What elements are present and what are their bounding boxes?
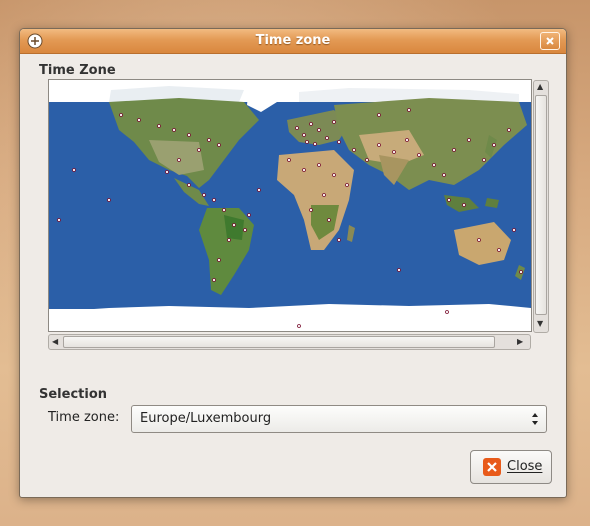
close-button[interactable]: Close [470, 450, 552, 484]
selection-heading: Selection [39, 387, 108, 402]
map-section-heading: Time Zone [39, 63, 116, 78]
scroll-right-icon[interactable]: ▶ [517, 336, 523, 348]
close-button-label: Close [507, 459, 543, 474]
titlebar[interactable]: Time zone [20, 29, 566, 54]
map-vertical-scroll-thumb[interactable] [535, 95, 547, 315]
scroll-down-icon[interactable]: ▼ [537, 318, 543, 330]
scroll-left-icon[interactable]: ◀ [52, 336, 58, 348]
window-close-button[interactable] [540, 32, 560, 50]
map-horizontal-scroll-thumb[interactable] [63, 336, 495, 348]
window-close-icon [546, 37, 554, 45]
world-map[interactable] [48, 79, 532, 332]
close-x-icon [483, 458, 501, 476]
map-horizontal-scrollbar[interactable]: ◀ ▶ [48, 334, 531, 350]
map-vertical-scrollbar[interactable]: ▲ ▼ [533, 80, 549, 333]
combo-arrows-icon [532, 413, 538, 425]
timezone-label: Time zone: [48, 410, 120, 425]
timezone-combo-value: Europe/Luxembourg [140, 411, 272, 426]
world-map-image [49, 80, 531, 331]
scroll-up-icon[interactable]: ▲ [537, 81, 543, 93]
window-title: Time zone [255, 33, 331, 48]
timezone-combo[interactable]: Europe/Luxembourg [131, 405, 547, 433]
timezone-dialog: Time zone Time Zone ▲ ▼ ◀ ▶ Selection Ti… [19, 28, 567, 498]
